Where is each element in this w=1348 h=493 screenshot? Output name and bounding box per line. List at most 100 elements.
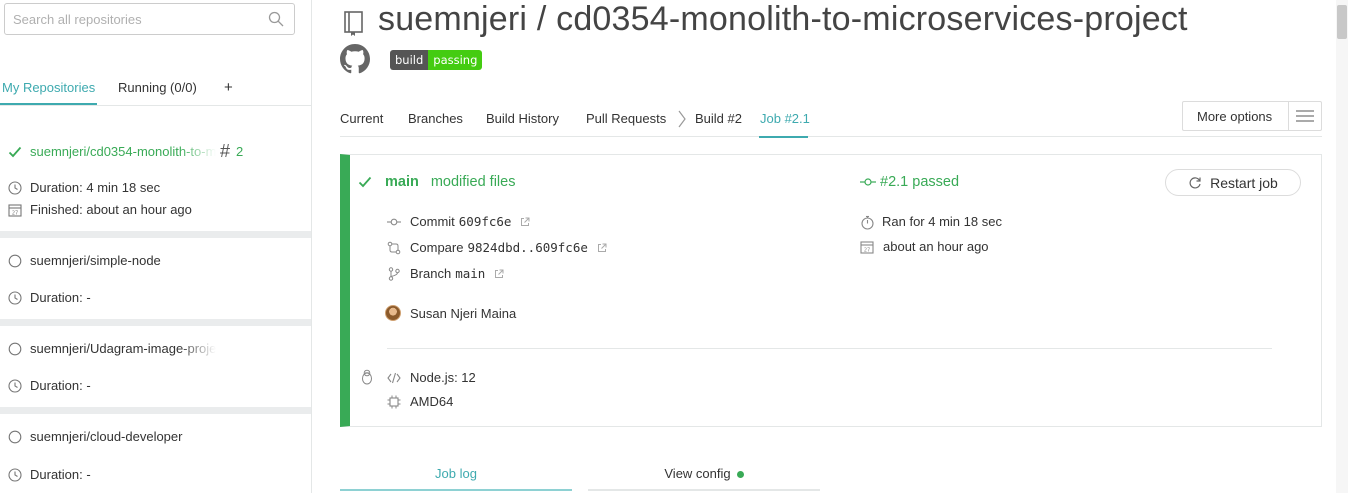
- commit-icon: [860, 175, 876, 189]
- commit-sha[interactable]: 609fc6e: [459, 214, 512, 229]
- tab-underline: [0, 103, 97, 105]
- duration-row: Ran for 4 min 18 sec: [860, 214, 1002, 230]
- build-status-badge[interactable]: build passing: [390, 50, 483, 70]
- divider: [0, 231, 311, 238]
- compare-label: Compare: [410, 240, 464, 255]
- branch-name[interactable]: main: [385, 174, 419, 190]
- divider: [0, 407, 311, 414]
- branch-icon: [387, 266, 401, 281]
- repo-name[interactable]: suemnjeri/cd0354-monolith-to-microservic…: [30, 144, 216, 159]
- external-link-icon[interactable]: [597, 243, 607, 253]
- circle-status-icon: [8, 254, 22, 268]
- svg-text:27: 27: [12, 210, 18, 216]
- more-options-label: More options: [1197, 108, 1273, 124]
- tab-running[interactable]: Running (0/0): [118, 80, 197, 95]
- restart-job-button[interactable]: Restart job: [1165, 169, 1301, 196]
- repo-title-row[interactable]: suemnjeri/simple-node: [8, 253, 216, 268]
- github-icon[interactable]: [340, 44, 370, 77]
- repo-item[interactable]: suemnjeri/simple-node Duration: -: [0, 238, 311, 319]
- tab-build-history[interactable]: Build History: [486, 111, 559, 126]
- scrollbar-thumb[interactable]: [1337, 5, 1347, 39]
- divider: [387, 348, 1272, 349]
- stopwatch-icon: [860, 215, 874, 230]
- repo-name[interactable]: suemnjeri/simple-node: [30, 253, 216, 268]
- tab-job[interactable]: Job #2.1: [760, 111, 810, 126]
- more-options-button[interactable]: More options: [1182, 101, 1322, 131]
- repo-item[interactable]: suemnjeri/cd0354-monolith-to-microservic…: [0, 107, 311, 231]
- finished-row: 27 about an hour ago: [860, 239, 989, 254]
- job-summary-card: main modified files #2.1 passed Restart …: [340, 154, 1322, 427]
- page-title[interactable]: suemnjeri / cd0354-monolith-to-microserv…: [378, 0, 1188, 39]
- calendar-icon: 27: [860, 240, 874, 254]
- tab-branches[interactable]: Branches: [408, 111, 463, 126]
- search-box[interactable]: [4, 3, 295, 35]
- nav-tabs: Current Branches Build History Pull Requ…: [340, 100, 1322, 138]
- search-input[interactable]: [5, 4, 255, 34]
- build-number[interactable]: 2: [236, 144, 243, 159]
- branch-value[interactable]: main: [455, 266, 485, 281]
- commit-label: Commit: [410, 214, 455, 229]
- compare-range[interactable]: 9824dbd..609fc6e: [467, 240, 587, 255]
- search-icon[interactable]: [268, 11, 284, 27]
- badge-label: build: [390, 50, 429, 70]
- ran-for-text: Ran for 4 min 18 sec: [882, 214, 1002, 229]
- compare-row[interactable]: Compare 9824dbd..609fc6e: [387, 240, 607, 255]
- clock-icon: [8, 180, 22, 195]
- hash-icon: #: [220, 141, 231, 161]
- repo-name[interactable]: suemnjeri/Udagram-image-project: [30, 341, 216, 356]
- repo-title-row[interactable]: suemnjeri/cloud-developer: [8, 429, 216, 444]
- tab-pull-requests[interactable]: Pull Requests: [586, 111, 666, 126]
- author-name: Susan Njeri Maina: [410, 305, 517, 321]
- calendar-icon: 27: [8, 203, 22, 217]
- duration-text: Duration: -: [30, 378, 91, 393]
- clock-icon: [8, 467, 22, 482]
- tab-underline: [759, 136, 808, 138]
- status-dot: [736, 471, 744, 479]
- tab-build[interactable]: Build #2: [695, 111, 742, 126]
- hamburger-icon[interactable]: [1287, 102, 1321, 130]
- job-status-text: #2.1 passed: [880, 174, 960, 190]
- finished-text: about an hour ago: [883, 239, 989, 254]
- duration-row: Duration: -: [8, 290, 91, 305]
- sidebar-tabs: My Repositories Running (0/0) +: [0, 72, 311, 106]
- view-config-label: View config: [664, 466, 731, 481]
- circle-status-icon: [8, 342, 22, 356]
- finished-text: Finished: about an hour ago: [30, 202, 192, 217]
- compare-icon: [387, 241, 401, 255]
- tab-view-config[interactable]: View config: [588, 458, 820, 491]
- repo-item[interactable]: suemnjeri/Udagram-image-project Duration…: [0, 326, 311, 407]
- external-link-icon[interactable]: [494, 269, 504, 279]
- duration-text: Duration: -: [30, 467, 91, 482]
- divider: [0, 319, 311, 326]
- tab-current[interactable]: Current: [340, 111, 383, 126]
- svg-text:27: 27: [864, 247, 870, 253]
- chevron-right-icon: [677, 110, 687, 131]
- cpu-icon: [387, 395, 401, 409]
- repo-item[interactable]: suemnjeri/cloud-developer Duration: -: [0, 414, 311, 493]
- repo-name[interactable]: suemnjeri/cloud-developer: [30, 429, 216, 444]
- repo-title-row[interactable]: suemnjeri/Udagram-image-project: [8, 341, 216, 356]
- job-log-label: Job log: [435, 466, 477, 481]
- scrollbar[interactable]: [1336, 0, 1348, 493]
- check-icon: [8, 145, 22, 159]
- arch-row: AMD64: [387, 394, 453, 409]
- duration-text: Duration: -: [30, 290, 91, 305]
- external-link-icon[interactable]: [520, 217, 530, 227]
- language-text: Node.js: 12: [410, 370, 476, 385]
- commit-message: modified files: [430, 174, 516, 190]
- tab-job-log[interactable]: Job log: [340, 458, 572, 491]
- commit-row[interactable]: Commit 609fc6e: [387, 214, 530, 229]
- duration-row: Duration: 4 min 18 sec: [8, 180, 160, 195]
- tab-my-repositories[interactable]: My Repositories: [2, 80, 95, 95]
- check-icon: [358, 175, 372, 189]
- branch-row[interactable]: Branch main: [387, 266, 504, 281]
- linux-icon: [360, 369, 374, 385]
- restart-job-label: Restart job: [1210, 174, 1278, 191]
- add-repo-button[interactable]: +: [224, 79, 233, 96]
- duration-text: Duration: 4 min 18 sec: [30, 180, 161, 195]
- code-icon: [387, 371, 401, 385]
- clock-icon: [8, 378, 22, 393]
- language-row: Node.js: 12: [387, 370, 476, 385]
- repo-title-row[interactable]: suemnjeri/cd0354-monolith-to-microservic…: [8, 141, 243, 162]
- arch-text: AMD64: [410, 394, 454, 409]
